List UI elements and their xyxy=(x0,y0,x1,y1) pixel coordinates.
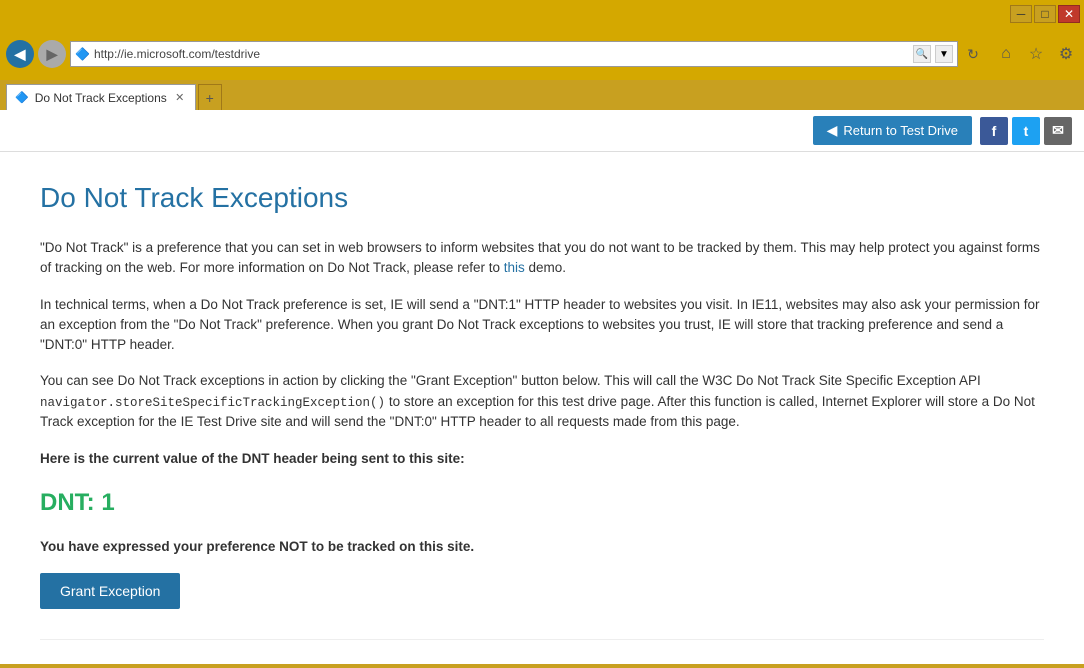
browser-chrome: ◀ ▶ 🔷 🔍 ▼ ↻ ⌂ ☆ ⚙ xyxy=(0,28,1084,80)
code-snippet: navigator.storeSiteSpecificTrackingExcep… xyxy=(40,396,385,410)
active-tab[interactable]: 🔷 Do Not Track Exceptions ✕ xyxy=(6,84,196,110)
paragraph-3: You can see Do Not Track exceptions in a… xyxy=(40,371,1044,432)
home-icon[interactable]: ⌂ xyxy=(994,42,1018,66)
facebook-button[interactable]: f xyxy=(980,117,1008,145)
grant-exception-button[interactable]: Grant Exception xyxy=(40,573,180,609)
tab-bar: 🔷 Do Not Track Exceptions ✕ + xyxy=(0,80,1084,110)
address-icon: 🔷 xyxy=(75,47,90,61)
dnt-header-label: Here is the current value of the DNT hea… xyxy=(40,449,1044,469)
twitter-button[interactable]: t xyxy=(1012,117,1040,145)
return-button-label: Return to Test Drive xyxy=(843,123,958,138)
refresh-button[interactable]: ↻ xyxy=(962,43,984,65)
w3c-link[interactable]: W3C Tracking Preference Expression worki… xyxy=(625,662,939,664)
dnt-message: You have expressed your preference NOT t… xyxy=(40,537,1044,557)
page-content: Do Not Track Exceptions "Do Not Track" i… xyxy=(0,152,1084,664)
paragraph-2: In technical terms, when a Do Not Track … xyxy=(40,295,1044,356)
tab-icon: 🔷 xyxy=(15,91,29,104)
address-bar: 🔷 🔍 ▼ xyxy=(70,41,958,67)
address-search-button[interactable]: 🔍 xyxy=(913,45,931,63)
toolbar-right: ⌂ ☆ ⚙ xyxy=(994,42,1078,66)
tab-label: Do Not Track Exceptions xyxy=(35,91,167,105)
page-title: Do Not Track Exceptions xyxy=(40,182,1044,214)
footer-text: The APIs that websites can use to reques… xyxy=(40,639,1044,664)
return-icon: ◀ xyxy=(827,122,838,139)
restore-button[interactable]: □ xyxy=(1034,5,1056,23)
minimize-button[interactable]: ─ xyxy=(1010,5,1032,23)
close-button[interactable]: ✕ xyxy=(1058,5,1080,23)
email-button[interactable]: ✉ xyxy=(1044,117,1072,145)
address-input[interactable] xyxy=(94,47,909,61)
return-to-testdrive-button[interactable]: ◀ Return to Test Drive xyxy=(813,116,972,145)
new-tab-button[interactable]: + xyxy=(198,84,222,110)
settings-icon[interactable]: ⚙ xyxy=(1054,42,1078,66)
this-link[interactable]: this xyxy=(504,260,525,275)
favorites-icon[interactable]: ☆ xyxy=(1024,42,1048,66)
social-icons: f t ✉ xyxy=(980,117,1072,145)
page-body: "Do Not Track" is a preference that you … xyxy=(40,238,1044,664)
paragraph-1: "Do Not Track" is a preference that you … xyxy=(40,238,1044,279)
tab-close-button[interactable]: ✕ xyxy=(173,91,187,105)
dnt-value: DNT: 1 xyxy=(40,485,1044,521)
forward-button[interactable]: ▶ xyxy=(38,40,66,68)
address-dropdown-button[interactable]: ▼ xyxy=(935,45,953,63)
title-bar: ─ □ ✕ xyxy=(0,0,1084,28)
back-button[interactable]: ◀ xyxy=(6,40,34,68)
return-bar: ◀ Return to Test Drive f t ✉ xyxy=(0,110,1084,152)
